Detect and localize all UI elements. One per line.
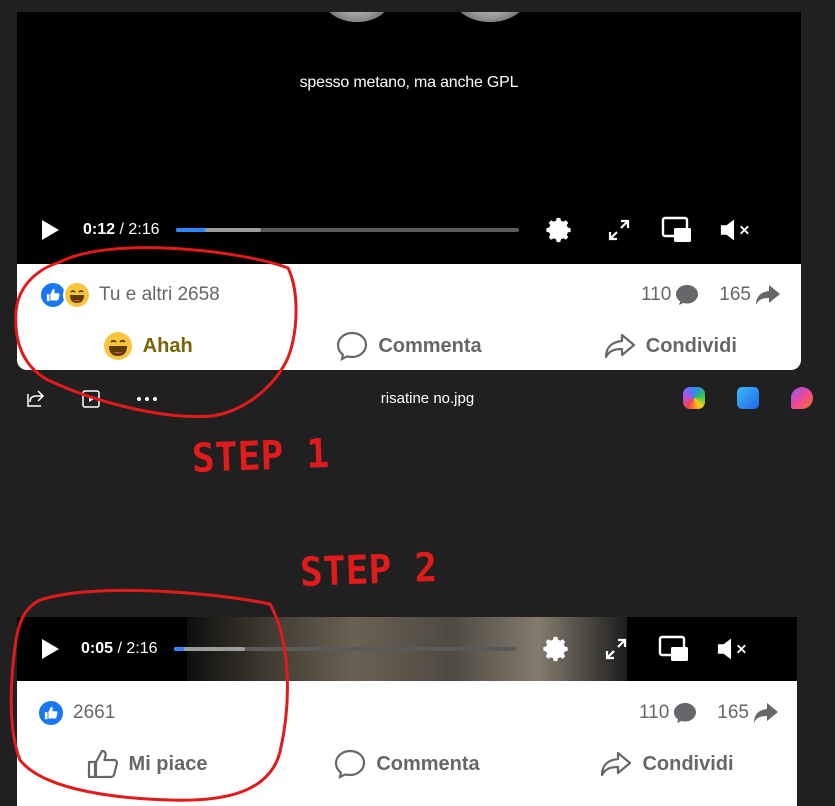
top-video-player[interactable]: spesso metano, ma anche GPL 0:12 / 2:16 (17, 12, 801, 264)
share-label: Condividi (642, 752, 734, 775)
video-frame-object (324, 12, 390, 22)
shares-count[interactable]: 165 (719, 284, 781, 306)
comment-button[interactable]: Commenta (278, 331, 539, 361)
video-time: 0:05 / 2:16 (81, 640, 158, 658)
share-button[interactable]: Condividi (537, 750, 797, 778)
share-label: Condividi (645, 334, 737, 357)
comment-bubble-icon (676, 285, 699, 305)
engagement-counts: 110 165 (639, 702, 779, 724)
play-icon[interactable] (39, 637, 63, 661)
comment-icon (335, 749, 366, 779)
comments-count[interactable]: 110 (641, 284, 699, 306)
haha-icon (103, 332, 132, 360)
volume-muted-icon[interactable] (716, 633, 748, 665)
shares-count-value: 165 (719, 284, 751, 305)
comment-bubble-icon (674, 703, 697, 723)
share-icon (601, 751, 632, 777)
video-progress-bar[interactable] (175, 228, 519, 232)
volume-muted-icon[interactable] (719, 214, 751, 246)
haha-reaction-button[interactable]: Ahah (17, 331, 278, 361)
current-time: 0:12 (83, 221, 116, 238)
shares-count[interactable]: 165 (717, 702, 779, 724)
comments-count[interactable]: 110 (639, 702, 697, 724)
video-frame-object (455, 12, 525, 22)
haha-reaction-icon (63, 281, 91, 309)
reactions-row: Tu e altri 2658 110 165 (17, 278, 801, 312)
top-post-card: spesso metano, ma anche GPL 0:12 / 2:16 (17, 12, 801, 370)
reaction-count[interactable]: 2661 (73, 702, 115, 724)
video-time: 0:12 / 2:16 (83, 221, 160, 239)
duration: / 2:16 (117, 640, 158, 657)
like-reaction-icon (37, 699, 65, 727)
bottom-post-card: 0:05 / 2:16 2661 110 165 Mi piace Commen… (17, 617, 797, 806)
video-controls: 0:12 / 2:16 (17, 210, 801, 250)
comment-button[interactable]: Commenta (277, 749, 537, 779)
comment-icon (337, 331, 368, 361)
share-icon (604, 333, 635, 359)
step-1-annotation: STEP 1 (191, 430, 330, 482)
shares-count-value: 165 (717, 702, 749, 723)
picture-in-picture-icon[interactable] (658, 633, 690, 665)
current-time: 0:05 (81, 640, 114, 657)
reaction-icons[interactable] (39, 281, 91, 309)
progress-played (173, 647, 184, 651)
like-label: Mi piace (128, 752, 208, 775)
engagement-counts: 110 165 (641, 284, 781, 306)
actions-row: Ahah Commenta Condividi (17, 325, 801, 367)
progress-played (175, 228, 207, 232)
comment-label: Commenta (378, 334, 482, 357)
haha-label: Ahah (142, 334, 193, 357)
share-button[interactable]: Condividi (540, 332, 801, 360)
photo-viewer-toolbar: risatine no.jpg (0, 370, 835, 430)
settings-gear-icon[interactable] (540, 633, 572, 665)
picture-in-picture-icon[interactable] (661, 214, 693, 246)
video-subtitle: spesso metano, ma anche GPL (299, 74, 519, 91)
actions-row: Mi piace Commenta Condividi (17, 743, 797, 785)
reaction-icons[interactable] (37, 699, 65, 727)
top-screenshot: spesso metano, ma anche GPL 0:12 / 2:16 (0, 0, 835, 370)
viewer-right-apps (651, 387, 813, 409)
video-progress-bar[interactable] (173, 647, 516, 651)
video-controls: 0:05 / 2:16 (17, 629, 797, 669)
photos-icon[interactable] (737, 387, 759, 409)
bottom-video-player[interactable]: 0:05 / 2:16 (17, 617, 797, 681)
share-arrow-icon (756, 285, 780, 305)
duration: / 2:16 (119, 221, 160, 238)
reaction-summary[interactable]: Tu e altri 2658 (99, 284, 220, 306)
like-button[interactable]: Mi piace (17, 749, 277, 779)
share-arrow-icon (754, 703, 778, 723)
fullscreen-icon[interactable] (600, 633, 632, 665)
clipchamp-icon[interactable] (791, 387, 813, 409)
copilot-icon[interactable] (683, 387, 705, 409)
thumbs-up-icon (87, 749, 118, 779)
comments-count-value: 110 (639, 702, 670, 723)
play-icon[interactable] (39, 218, 63, 242)
reactions-row: 2661 110 165 (17, 696, 797, 730)
comments-count-value: 110 (641, 284, 672, 305)
settings-gear-icon[interactable] (543, 214, 575, 246)
comment-label: Commenta (376, 752, 480, 775)
step-2-annotation: STEP 2 (299, 544, 438, 596)
progress-buffered (173, 647, 246, 651)
fullscreen-icon[interactable] (603, 214, 635, 246)
